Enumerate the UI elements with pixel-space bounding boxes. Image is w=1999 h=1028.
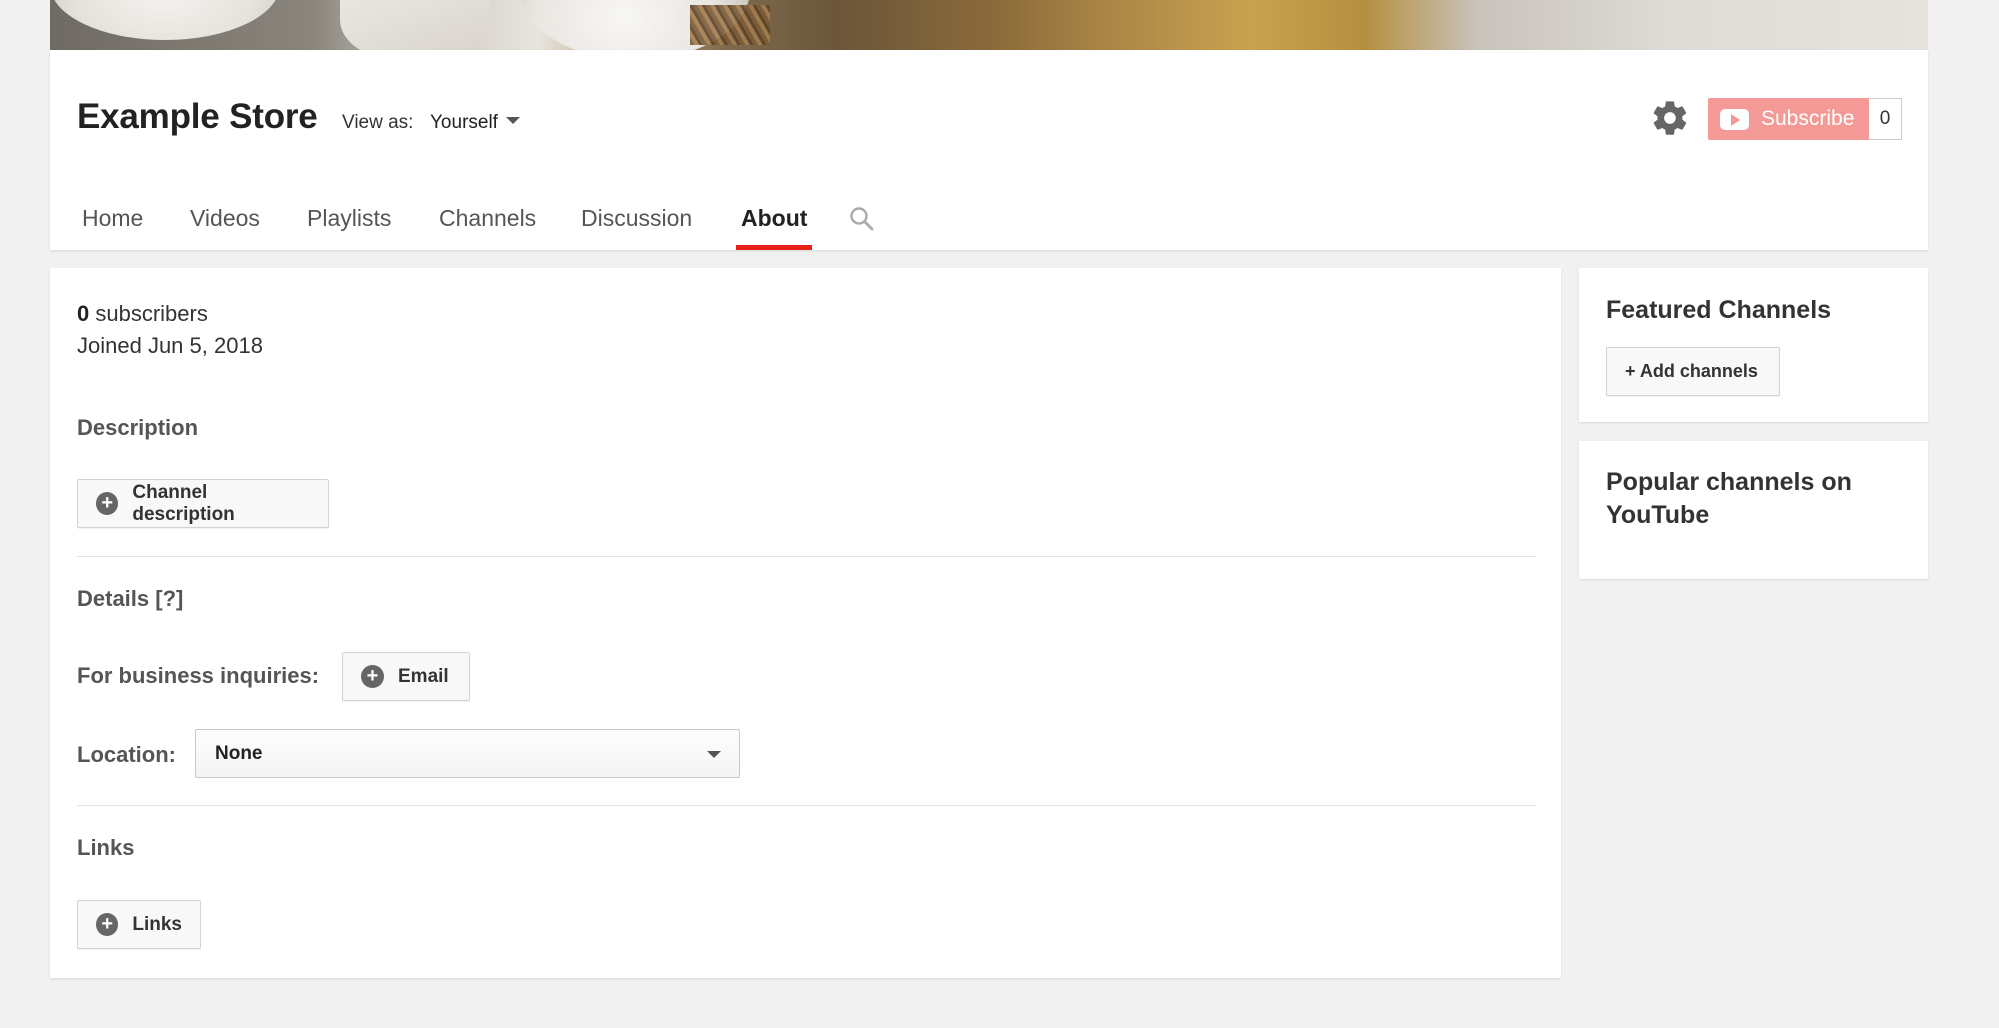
add-links-button[interactable]: + Links xyxy=(77,900,201,949)
view-as-label: View as: xyxy=(342,112,414,133)
links-label: Links xyxy=(132,913,182,935)
youtube-play-icon xyxy=(1720,108,1749,130)
banner-jar-image xyxy=(340,0,490,50)
divider xyxy=(77,805,1536,806)
tab-videos[interactable]: Videos xyxy=(190,200,260,250)
add-channels-button[interactable]: + Add channels xyxy=(1606,347,1780,396)
channel-banner xyxy=(50,0,1928,50)
channel-description-label: Channel description xyxy=(132,481,235,525)
tab-home[interactable]: Home xyxy=(82,200,143,250)
view-as-dropdown[interactable]: Yourself xyxy=(430,112,520,134)
chevron-down-icon xyxy=(707,751,721,758)
popular-channels-card: Popular channels on YouTube xyxy=(1579,441,1928,579)
subscribers-label: subscribers xyxy=(95,301,208,326)
channel-header: Example Store View as: Yourself Subscrib… xyxy=(50,50,1928,250)
plus-circle-icon: + xyxy=(361,665,384,688)
location-label: Location: xyxy=(77,742,176,767)
channel-title: Example Store xyxy=(77,97,318,136)
divider xyxy=(77,556,1536,557)
banner-shred-image xyxy=(690,5,770,45)
subscriber-count: 0 xyxy=(77,301,90,326)
gear-icon[interactable] xyxy=(1650,98,1690,138)
view-as-value: Yourself xyxy=(430,112,498,133)
details-heading: Details [?] xyxy=(77,586,184,611)
about-panel: 0 subscribers Joined Jun 5, 2018 Descrip… xyxy=(50,268,1561,978)
tab-playlists[interactable]: Playlists xyxy=(307,200,391,250)
search-icon[interactable] xyxy=(847,200,877,240)
location-value: None xyxy=(215,742,263,764)
email-label: Email xyxy=(398,665,449,687)
links-heading: Links xyxy=(77,835,135,860)
plus-circle-icon: + xyxy=(96,913,119,936)
featured-channels-title: Featured Channels xyxy=(1606,296,1832,324)
subscribe-button[interactable]: Subscribe xyxy=(1708,98,1869,140)
banner-jar-image xyxy=(50,0,280,40)
popular-channels-title: Popular channels on YouTube xyxy=(1606,468,1852,529)
tab-about[interactable]: About xyxy=(735,200,813,250)
featured-channels-card: Featured Channels + Add channels xyxy=(1579,268,1928,422)
joined-date: Joined Jun 5, 2018 xyxy=(77,333,263,358)
add-channel-description-button[interactable]: + Channel description xyxy=(77,479,329,528)
chevron-down-icon xyxy=(505,117,520,125)
tab-channels[interactable]: Channels xyxy=(439,200,536,250)
description-heading: Description xyxy=(77,415,199,440)
location-select[interactable]: None xyxy=(195,729,740,778)
channel-stats: 0 subscribers Joined Jun 5, 2018 xyxy=(77,298,263,362)
business-inquiries-label: For business inquiries: xyxy=(77,663,320,688)
subscribe-label: Subscribe xyxy=(1761,107,1855,130)
subscriber-count-badge: 0 xyxy=(1869,98,1902,140)
plus-circle-icon: + xyxy=(96,492,119,515)
add-email-button[interactable]: + Email xyxy=(342,652,470,701)
tab-discussion[interactable]: Discussion xyxy=(581,200,692,250)
